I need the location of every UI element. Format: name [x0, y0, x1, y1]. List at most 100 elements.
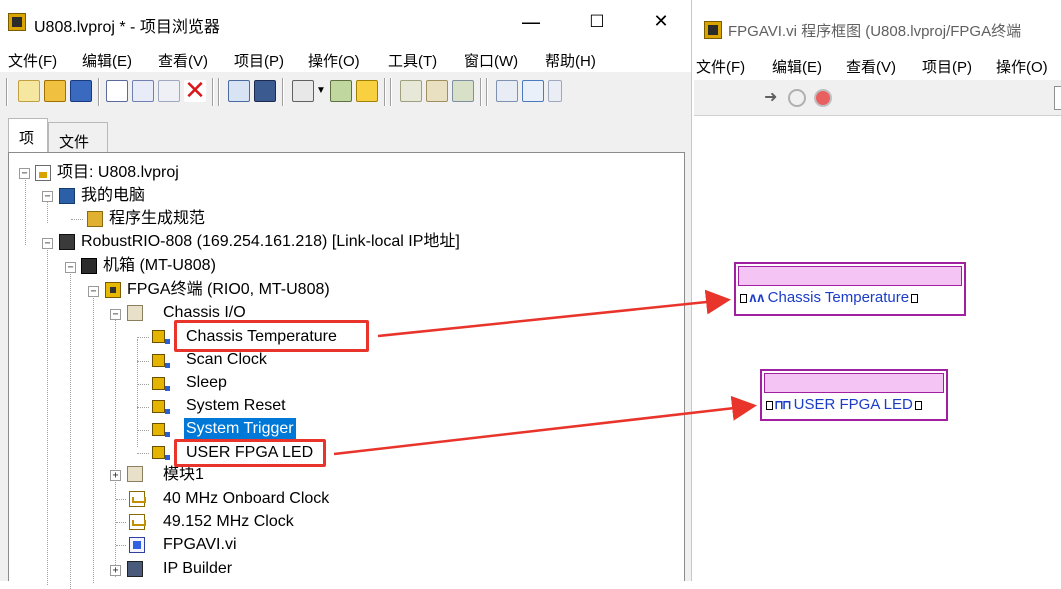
diagram-toolbar: ➜	[694, 80, 1061, 116]
node-label: ⊓⊓ USER FPGA LED	[764, 395, 924, 416]
menu-view[interactable]: 查看(V)	[158, 50, 208, 71]
collapse-toggle[interactable]: −	[88, 286, 99, 297]
expand-toggle[interactable]: +	[110, 565, 121, 576]
tree-guide	[137, 453, 149, 454]
tree-item-fpgavi[interactable]: FPGAVI.vi	[161, 534, 239, 556]
tree-item-chassis[interactable]: 机箱 (MT-U808)	[101, 255, 218, 277]
tab-items[interactable]: 项	[8, 118, 48, 152]
project-tree: − 项目: U808.lvproj − 我的电脑 程序生成规范 − Robust…	[8, 152, 685, 589]
expand-toggle[interactable]: +	[110, 470, 121, 481]
io-node-chassis-temperature[interactable]: ʌʌ Chassis Temperature	[734, 262, 966, 316]
diagram-canvas	[694, 116, 1061, 581]
menu-file[interactable]: 文件(F)	[696, 56, 745, 77]
tree-guide	[47, 245, 48, 585]
save-all-icon[interactable]	[70, 80, 92, 102]
dropdown-arrow-icon[interactable]: ▼	[316, 80, 326, 102]
collapse-toggle[interactable]: −	[65, 262, 76, 273]
tree-item-scan-clock[interactable]: Scan Clock	[184, 349, 269, 371]
labview-project-icon	[8, 13, 26, 31]
deploy-icon[interactable]	[254, 80, 276, 102]
menu-view[interactable]: 查看(V)	[846, 56, 896, 77]
tree-item-system-trigger[interactable]: System Trigger	[184, 418, 296, 440]
menu-operate[interactable]: 操作(O)	[996, 56, 1048, 77]
run-arrow-icon[interactable]: ➜	[764, 89, 782, 107]
vi-file-icon	[129, 537, 145, 553]
io-node-user-fpga-led[interactable]: ⊓⊓ USER FPGA LED	[760, 369, 948, 421]
terminal-icon	[740, 293, 747, 303]
tree-item-sleep[interactable]: Sleep	[184, 372, 229, 394]
clock-icon	[129, 514, 146, 530]
io-node-icon	[152, 400, 170, 414]
toolbar-box	[1054, 86, 1061, 110]
minimize-button[interactable]: —	[508, 8, 554, 36]
build-icon[interactable]	[228, 80, 250, 102]
menu-help[interactable]: 帮助(H)	[545, 50, 596, 71]
menu-project[interactable]: 项目(P)	[234, 50, 284, 71]
tree-guide	[116, 499, 126, 500]
run-continuously-icon[interactable]	[788, 89, 806, 107]
toolbar-separator	[390, 78, 392, 106]
node-header	[738, 266, 962, 286]
connect-icon[interactable]	[330, 80, 352, 102]
menu-window[interactable]: 窗口(W)	[464, 50, 518, 71]
dependencies-icon[interactable]	[400, 80, 422, 102]
refresh-icon[interactable]	[522, 80, 544, 102]
maximize-button[interactable]: ☐	[574, 8, 620, 36]
tree-item-49mhz-clock[interactable]: 49.152 MHz Clock	[161, 511, 296, 533]
tab-files[interactable]: 文件	[48, 122, 108, 152]
collapse-toggle[interactable]: −	[42, 238, 53, 249]
node-label: ʌʌ Chassis Temperature	[738, 288, 920, 309]
tree-guide	[115, 315, 116, 577]
menu-edit[interactable]: 编辑(E)	[772, 56, 822, 77]
tree-guide	[137, 430, 149, 431]
window-title: U808.lvproj * - 项目浏览器	[34, 19, 220, 36]
tree-item-fpga-target[interactable]: FPGA终端 (RIO0, MT-U808)	[125, 279, 332, 301]
abort-icon[interactable]	[814, 89, 832, 107]
close-button[interactable]: ✕	[638, 8, 684, 36]
tree-item-build-specs[interactable]: 程序生成规范	[107, 208, 207, 230]
tree-guide	[116, 545, 126, 546]
more-tools-icon[interactable]	[548, 80, 562, 102]
open-folder-icon[interactable]	[44, 80, 66, 102]
collapse-toggle[interactable]: −	[19, 168, 30, 179]
menu-edit[interactable]: 编辑(E)	[82, 50, 132, 71]
tree-guide	[93, 293, 94, 583]
io-node-icon	[152, 423, 170, 437]
warning-icon[interactable]	[356, 80, 378, 102]
ip-builder-icon	[127, 561, 143, 577]
cut-icon[interactable]	[106, 80, 128, 102]
tree-item-module1[interactable]: 模块1	[161, 464, 206, 486]
view-icon[interactable]	[292, 80, 314, 102]
copy-icon[interactable]	[132, 80, 154, 102]
io-node-icon	[152, 446, 170, 460]
tree-item-40mhz-clock[interactable]: 40 MHz Onboard Clock	[161, 488, 331, 510]
tree-item-system-reset[interactable]: System Reset	[184, 395, 288, 417]
tree-item-my-computer[interactable]: 我的电脑	[79, 185, 147, 207]
tree-guide	[137, 384, 149, 385]
paste-icon[interactable]	[158, 80, 180, 102]
tree-item-robustrio[interactable]: RobustRIO-808 (169.254.161.218) [Link-lo…	[79, 231, 462, 253]
collapse-toggle[interactable]: −	[42, 191, 53, 202]
find-icon[interactable]	[496, 80, 518, 102]
collapse-toggle[interactable]: −	[110, 309, 121, 320]
menu-bar: 文件(F) 编辑(E) 查看(V) 项目(P) 操作(O) 工具(T) 窗口(W…	[0, 44, 691, 72]
toolbar-separator	[282, 78, 284, 106]
delete-x-icon[interactable]: ✕	[184, 78, 206, 104]
io-node-icon	[152, 377, 170, 391]
tree-item-ip-builder[interactable]: IP Builder	[161, 558, 234, 580]
menu-operate[interactable]: 操作(O)	[308, 50, 360, 71]
new-icon[interactable]	[18, 80, 40, 102]
highlight-box-chassis-temperature	[174, 320, 369, 352]
project-explorer-window: U808.lvproj * - 项目浏览器 — ☐ ✕ 文件(F) 编辑(E) …	[0, 0, 692, 589]
add-file-icon[interactable]	[426, 80, 448, 102]
title-bar: FPGAVI.vi 程序框图 (U808.lvproj/FPGA终端	[694, 0, 1061, 44]
window-title: FPGAVI.vi 程序框图 (U808.lvproj/FPGA终端	[728, 23, 1022, 40]
add-folder-icon[interactable]	[452, 80, 474, 102]
rio-target-icon	[59, 234, 75, 250]
tree-item-project[interactable]: 项目: U808.lvproj	[55, 162, 181, 184]
menu-project[interactable]: 项目(P)	[922, 56, 972, 77]
io-node-icon	[152, 330, 170, 344]
menu-tools[interactable]: 工具(T)	[388, 50, 437, 71]
chassis-icon	[81, 258, 97, 274]
menu-file[interactable]: 文件(F)	[8, 50, 57, 71]
